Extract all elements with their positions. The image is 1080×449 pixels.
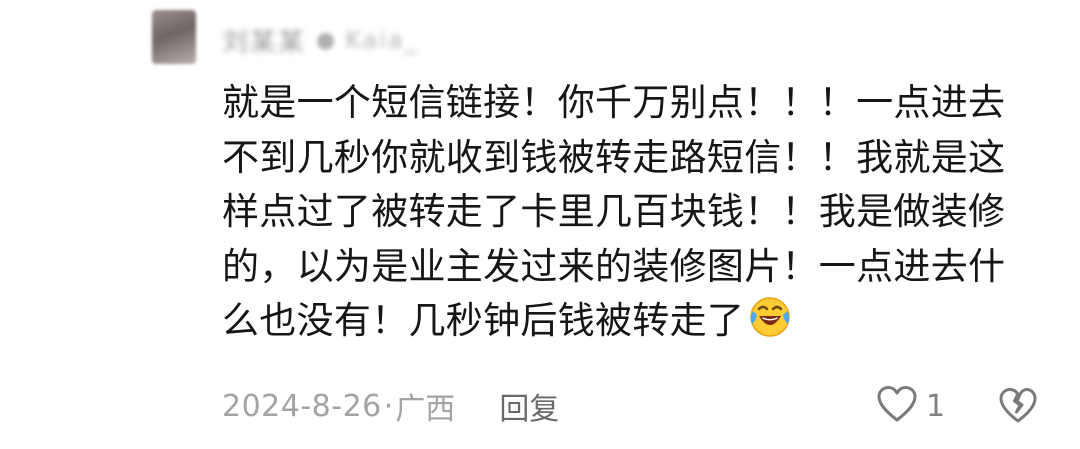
author-separator: ● bbox=[316, 27, 336, 53]
comment-line: 不到几秒你就收到钱被转走路短信！！我就是这 bbox=[222, 135, 1006, 179]
meta-separator: · bbox=[383, 388, 394, 424]
comment-line: 样点过了被转走了卡里几百块钱！！我是做装修 bbox=[222, 190, 1006, 233]
comment-location: 广西 bbox=[395, 392, 456, 427]
heart-icon bbox=[876, 384, 918, 428]
comment-date: 2024-8-26 bbox=[222, 388, 382, 424]
like-count: 1 bbox=[926, 388, 946, 424]
broken-heart-icon bbox=[998, 388, 1038, 430]
comment-line: 的，以为是业主发过来的装修图片！一点进去什 bbox=[222, 244, 1006, 288]
face-with-tears-of-joy-icon bbox=[748, 294, 792, 354]
reply-button[interactable]: 回复 bbox=[499, 384, 559, 428]
author-row: 刘某某 ● Kaia_ bbox=[222, 22, 419, 58]
comment-line: 么也没有！几秒钟后钱被转走了 bbox=[222, 299, 745, 342]
author-name[interactable]: 刘某某 bbox=[222, 22, 306, 59]
comment-item: 刘某某 ● Kaia_ 就是一个短信链接！你千万别点！！！一点进去 不到几秒你就… bbox=[0, 0, 1080, 449]
author-tag: Kaia_ bbox=[345, 26, 419, 54]
comment-text: 就是一个短信链接！你千万别点！！！一点进去 不到几秒你就收到钱被转走路短信！！我… bbox=[222, 76, 1028, 354]
comment-line-last: 么也没有！几秒钟后钱被转走了 bbox=[222, 294, 1028, 354]
avatar[interactable] bbox=[152, 10, 196, 64]
dislike-button[interactable] bbox=[998, 386, 1038, 426]
like-button[interactable]: 1 bbox=[876, 384, 945, 428]
comment-meta: 2024-8-26 · 广西 回复 bbox=[222, 384, 559, 428]
comment-line: 就是一个短信链接！你千万别点！！！一点进去 bbox=[222, 81, 1006, 124]
